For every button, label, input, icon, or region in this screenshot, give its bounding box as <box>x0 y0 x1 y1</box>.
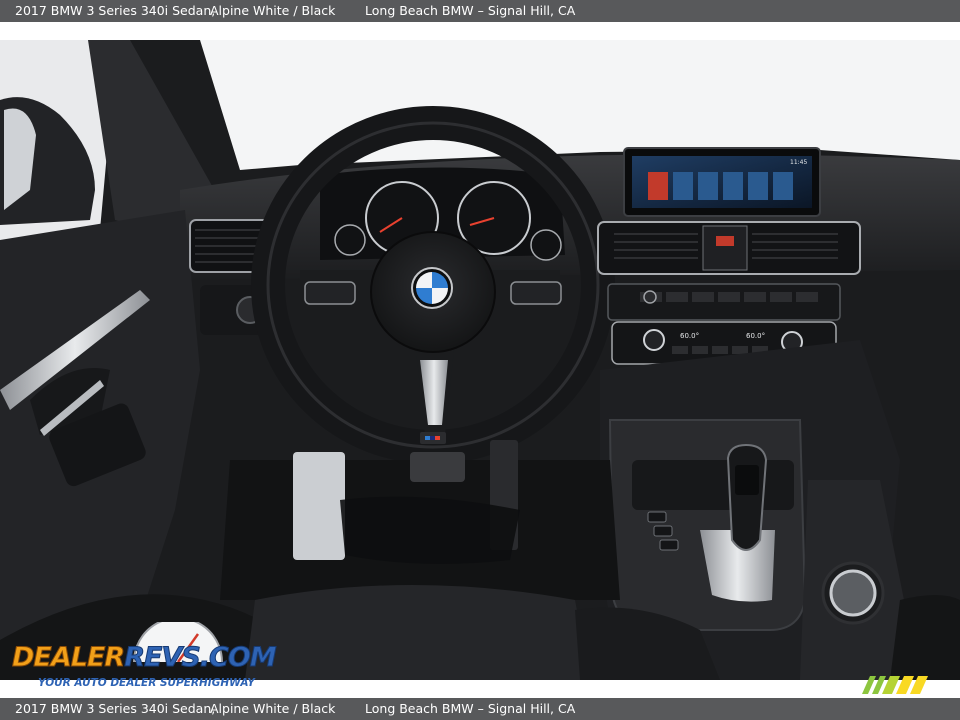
interior-photo: 11:45 60.0° 60.0° <box>0 40 960 680</box>
floor-mat-wrap <box>340 496 520 564</box>
top-caption-bar: 2017 BMW 3 Series 340i Sedan, Alpine Whi… <box>0 0 960 22</box>
dealerrevs-watermark: DEALERREVS.COM YOUR AUTO DEALER SUPERHIG… <box>10 622 277 692</box>
dealerrevs-tagline: YOUR AUTO DEALER SUPERHIGHWAY <box>38 677 255 689</box>
brake-pedal <box>293 452 345 560</box>
right-wheel-controls <box>510 281 562 305</box>
dealerrevs-wordmark: DEALERREVS.COM <box>11 642 277 674</box>
left-wheel-controls <box>304 281 356 305</box>
bmw-logo <box>411 267 453 309</box>
bottom-caption-bar: 2017 BMW 3 Series 340i Sedan, Alpine Whi… <box>0 698 960 720</box>
climate-right-temp: 60.0° <box>746 332 765 340</box>
brand-stripes-icon <box>862 676 928 694</box>
dealer-name: Long Beach BMW – Signal Hill, CA <box>365 701 576 716</box>
screen-clock: 11:45 <box>790 159 807 166</box>
climate-left-temp: 60.0° <box>680 332 699 340</box>
vehicle-title: 2017 BMW 3 Series 340i Sedan, <box>15 701 216 716</box>
vehicle-title: 2017 BMW 3 Series 340i Sedan, <box>15 3 216 18</box>
hazard-button <box>702 225 748 271</box>
fuel-gauge <box>334 224 366 256</box>
temp-gauge <box>530 229 562 261</box>
idrive-knob <box>829 569 877 617</box>
console-tray <box>608 419 807 631</box>
dealer-name: Long Beach BMW – Signal Hill, CA <box>365 3 576 18</box>
climate-left-knob <box>643 329 665 351</box>
vehicle-color-info: Alpine White / Black <box>210 701 336 716</box>
center-armrest <box>245 585 590 680</box>
vehicle-color-info: Alpine White / Black <box>210 3 336 18</box>
cupholder-cover <box>632 460 794 510</box>
gear-shifter <box>726 443 768 551</box>
passenger-seat <box>890 595 960 680</box>
